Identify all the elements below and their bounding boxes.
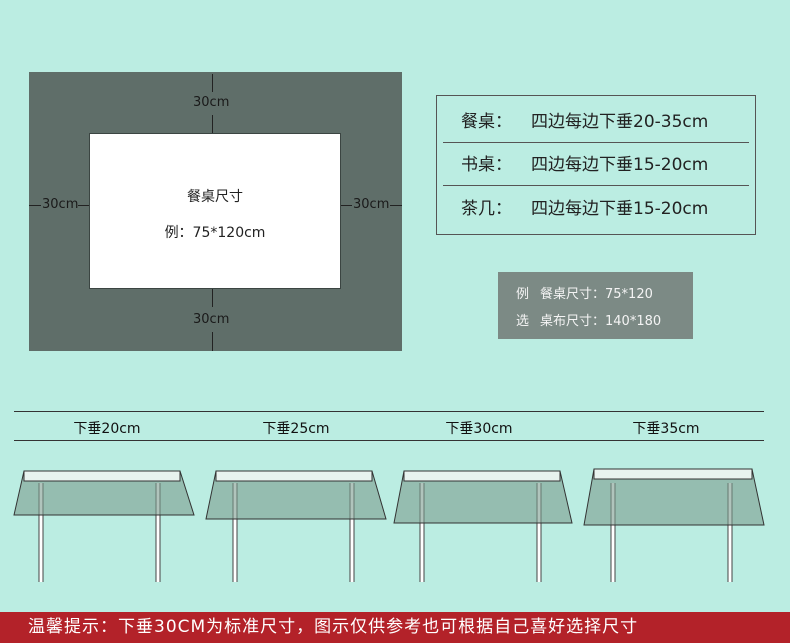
bottom-dimension-label: 30cm [193, 312, 230, 327]
example-value: 桌布尺寸：140*180 [540, 314, 662, 329]
example-value: 餐桌尺寸：75*120 [540, 287, 653, 302]
example-line-table: 例餐桌尺寸：75*120 [516, 286, 653, 304]
spec-row-name: 书桌： [461, 155, 512, 175]
table-illustration-35 [583, 468, 765, 582]
spec-row-desc: 四边每边下垂15-20cm [531, 155, 709, 175]
top-dimension-label: 30cm [193, 95, 230, 110]
divider-top [14, 411, 764, 412]
divider-bottom [14, 440, 764, 441]
drop-spec-box: 餐桌： 四边每边下垂20-35cm 书桌： 四边每边下垂15-20cm 茶几： 四边每… [436, 95, 756, 235]
drop-label-25: 下垂25cm [262, 421, 330, 437]
example-key: 例 [516, 287, 530, 302]
top-dimension-line-lower [212, 115, 213, 133]
right-dimension-line [341, 205, 352, 206]
example-key: 选 [516, 314, 530, 329]
spec-row-desc: 四边每边下垂15-20cm [531, 199, 709, 219]
bottom-dimension-line [212, 289, 213, 307]
table-size-example: 例：75*120cm [164, 225, 266, 241]
bottom-dimension-line-lower [212, 332, 213, 351]
spec-row-name: 茶几： [461, 199, 512, 219]
left-dimension-label: 30cm [42, 197, 79, 212]
right-dimension-label: 30cm [353, 197, 390, 212]
table-illustration-30 [393, 470, 573, 582]
left-dimension-line [29, 205, 41, 206]
table-illustration-25 [205, 470, 387, 582]
spec-row-name: 餐桌： [461, 112, 512, 132]
spec-row-dining-table: 餐桌： 四边每边下垂20-35cm [443, 101, 749, 143]
footer-tip-banner: 温馨提示：下垂30CM为标准尺寸，图示仅供参考也可根据自己喜好选择尺寸 [0, 612, 790, 643]
drop-label-30: 下垂30cm [445, 421, 513, 437]
spec-row-coffee-table: 茶几： 四边每边下垂15-20cm [443, 188, 749, 230]
drop-label-35: 下垂35cm [632, 421, 700, 437]
spec-row-desk: 书桌： 四边每边下垂15-20cm [443, 144, 749, 186]
drop-label-20: 下垂20cm [73, 421, 141, 437]
example-line-cloth: 选桌布尺寸：140*180 [516, 313, 661, 331]
table-size-title: 餐桌尺寸 [187, 189, 243, 205]
top-dimension-line [212, 74, 213, 92]
table-drop-illustrations [13, 468, 765, 582]
left-dimension-line-inner [78, 205, 89, 206]
example-box: 例餐桌尺寸：75*120 选桌布尺寸：140*180 [498, 272, 693, 339]
table-illustration-20 [13, 470, 195, 582]
right-dimension-line-outer [390, 205, 402, 206]
spec-row-desc: 四边每边下垂20-35cm [531, 112, 709, 132]
table-top: 餐桌尺寸 例：75*120cm [89, 133, 341, 289]
